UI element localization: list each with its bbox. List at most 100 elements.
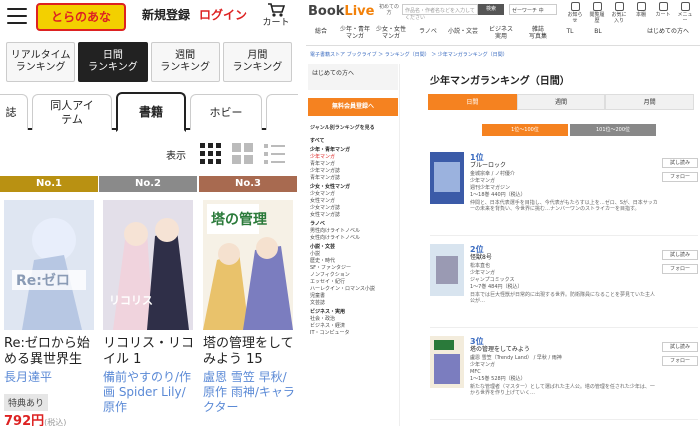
menu-button[interactable]: メニュー	[676, 2, 694, 24]
tab-monthly-ranking[interactable]: 月間 ランキング	[222, 42, 292, 82]
sidebar-genre-item[interactable]: 少女・女性マンガ	[310, 184, 398, 191]
nav-business[interactable]: ビジネス 実用	[486, 26, 516, 40]
search-input[interactable]: 作品名・作者名などを入力してください	[402, 4, 478, 21]
tab-weekly[interactable]: 週間	[516, 94, 606, 110]
sidebar-genre-item[interactable]: 女性マンガ	[310, 198, 398, 205]
book-title[interactable]: リコリス・リコイル 1	[103, 336, 195, 368]
book-cover-3[interactable]: 塔の管理	[203, 200, 293, 330]
history-button[interactable]: 閲覧履歴	[588, 2, 606, 24]
item-genre[interactable]: 少年マンガ	[470, 270, 495, 276]
book-cover[interactable]	[430, 244, 464, 296]
tab-daily[interactable]: 日間	[428, 94, 517, 110]
trial-read-button[interactable]: 試し読み	[662, 250, 698, 260]
trial-read-button[interactable]: 試し読み	[662, 342, 698, 352]
tab-monthly[interactable]: 月間	[605, 94, 695, 110]
sidebar-genre-item[interactable]: ビジネス・経済	[310, 323, 398, 330]
book-cover-1[interactable]: Re:ゼロ	[4, 200, 94, 330]
nav-shojo[interactable]: 少女・女性 マンガ	[376, 26, 406, 40]
tab-books[interactable]: 書籍	[116, 92, 186, 132]
item-label[interactable]: ジャンプコミックス	[470, 277, 514, 283]
sidebar-genre-item[interactable]: すべて	[310, 138, 398, 145]
book-author[interactable]: 盧恩 雪笠 早秋/原作 雨神/キャラクター	[203, 370, 297, 415]
login-link[interactable]: ログイン	[199, 6, 247, 23]
tab-magazine[interactable]: 誌	[0, 94, 28, 130]
sidebar-genre-item[interactable]: 歴史・時代	[310, 258, 398, 265]
tab-hobby[interactable]: ホビー	[190, 94, 262, 130]
cart-button[interactable]: カート	[258, 0, 294, 34]
ranking-row-2[interactable]: 2位 怪獣8号 松本直也 少年マンガ ジャンプコミックス 1〜7巻 484円（税…	[430, 240, 698, 328]
free-signup-button[interactable]: 無料会員登録へ	[308, 98, 398, 116]
follow-button[interactable]: フォロー	[662, 264, 698, 274]
sidebar-genre-item[interactable]: 児童書	[310, 293, 398, 300]
item-title[interactable]: 怪獣8号	[470, 255, 492, 261]
range-101-200[interactable]: 101位〜200位	[570, 124, 656, 136]
item-title[interactable]: 塔の管理をしてみよう	[470, 347, 530, 353]
nav-tl[interactable]: TL	[562, 28, 578, 35]
list-view-icon[interactable]	[264, 143, 286, 165]
item-author[interactable]: 金城宗幸 / ノ村優介	[470, 171, 515, 177]
ranking-item-3[interactable]: No.3 塔の管理 塔の管理をしてみよう 15 盧恩 雪笠 早秋/原作 雨神/キ…	[199, 176, 297, 426]
sidebar-genre-item[interactable]: IT・コンピュータ	[310, 330, 398, 337]
sidebar-genre-item[interactable]: 少年マンガ誌	[310, 168, 398, 175]
sidebar-genre-item[interactable]: 社会・政治	[310, 316, 398, 323]
book-author[interactable]: 長月達平	[4, 370, 98, 385]
tab-realtime-ranking[interactable]: リアルタイム ランキング	[6, 42, 76, 82]
ranking-row-1[interactable]: 1位 ブルーロック 金城宗幸 / ノ村優介 少年マンガ 週刊少年マガジン 1〜1…	[430, 148, 698, 236]
nav-magazine[interactable]: 雑誌 写真集	[524, 26, 552, 40]
item-title[interactable]: ブルーロック	[470, 163, 506, 169]
sidebar-genre-item[interactable]: ラノベ	[310, 221, 398, 228]
nav-bl[interactable]: BL	[590, 28, 606, 35]
item-genre[interactable]: 少年マンガ	[470, 362, 495, 368]
sidebar-genre-item[interactable]: 小説	[310, 251, 398, 258]
sidebar-genre-item[interactable]: エッセイ・紀行	[310, 279, 398, 286]
nav-first-time[interactable]: はじめての方へ	[640, 28, 696, 35]
book-cover[interactable]	[430, 336, 464, 388]
tab-more[interactable]	[266, 94, 298, 130]
book-author[interactable]: 備前やすのり/作画 Spider Lily/原作	[103, 370, 197, 415]
sidebar-genre-item[interactable]: 文芸誌	[310, 300, 398, 307]
grid-2col-icon[interactable]	[232, 143, 254, 165]
sidebar-genre-item[interactable]: 青年マンガ	[310, 161, 398, 168]
nav-ranobe[interactable]: ラノベ	[416, 28, 440, 35]
sidebar-genre-item[interactable]: ビジネス・実用	[310, 309, 398, 316]
favorite-button[interactable]: お気に入り	[610, 2, 628, 24]
welcome-box[interactable]: はじめての方へ	[308, 64, 398, 90]
notice-button[interactable]: お知らせ	[566, 2, 584, 24]
sidebar-genre-item[interactable]: ハーレクイン・ロマンス小説	[310, 286, 398, 293]
search-scope-select[interactable]: ゼーワーチ 中	[509, 4, 557, 15]
item-genre[interactable]: 少年マンガ	[470, 178, 495, 184]
sidebar-genre-item[interactable]: ノンフィクション	[310, 272, 398, 279]
signup-link[interactable]: 新規登録	[142, 6, 190, 23]
search-button[interactable]: 検索	[478, 4, 504, 15]
sidebar-genre-item[interactable]: 青年マンガ誌	[310, 175, 398, 182]
follow-button[interactable]: フォロー	[662, 172, 698, 182]
item-label[interactable]: 週刊少年マガジン	[470, 185, 510, 191]
sidebar-genre-item[interactable]: 男性向けライトノベル	[310, 228, 398, 235]
ranking-item-1[interactable]: No.1 Re:ゼロ Re:ゼロから始める異世界生 長月達平 特典あり 792円…	[0, 176, 98, 426]
grid-3col-icon[interactable]	[200, 143, 222, 165]
sidebar-genre-item[interactable]: 小説・文芸	[310, 244, 398, 251]
booklive-logo[interactable]: BookLive	[308, 4, 374, 19]
book-cover[interactable]	[430, 152, 464, 204]
hamburger-menu-icon[interactable]	[7, 8, 27, 24]
sidebar-genre-item[interactable]: 女性マンガ誌	[310, 212, 398, 219]
cart-button[interactable]: カート	[654, 2, 672, 18]
tab-weekly-ranking[interactable]: 週間 ランキング	[150, 42, 220, 82]
breadcrumb[interactable]: 電子書籍ストア ブックライブ ＞ ランキング（日間） ＞ 少年マンガランキング（…	[310, 51, 508, 58]
nav-shonen[interactable]: 少年・青年 マンガ	[340, 26, 370, 40]
ranking-row-3[interactable]: 3位 塔の管理をしてみよう 盧恩 雪笠（Trendy Land） / 早秋 / …	[430, 332, 698, 420]
first-time-link[interactable]: 初めての方	[378, 4, 400, 16]
item-author[interactable]: 松本直也	[470, 263, 490, 269]
tab-doujin-item[interactable]: 同人アイ テム	[32, 94, 112, 130]
item-label[interactable]: MFC	[470, 369, 481, 375]
follow-button[interactable]: フォロー	[662, 356, 698, 366]
sidebar-genre-item[interactable]: 女性向けライトノベル	[310, 235, 398, 242]
book-title[interactable]: Re:ゼロから始める異世界生	[4, 336, 96, 368]
nav-novel[interactable]: 小説・文芸	[448, 28, 478, 35]
book-title[interactable]: 塔の管理をしてみよう 15	[203, 336, 295, 368]
sidebar-genre-item[interactable]: 少年マンガ	[310, 154, 398, 161]
toranoana-logo[interactable]: とらのあな	[36, 3, 126, 31]
nav-general[interactable]: 総合	[310, 28, 332, 35]
trial-read-button[interactable]: 試し読み	[662, 158, 698, 168]
sidebar-genre-item[interactable]: 少年・青年マンガ	[310, 147, 398, 154]
